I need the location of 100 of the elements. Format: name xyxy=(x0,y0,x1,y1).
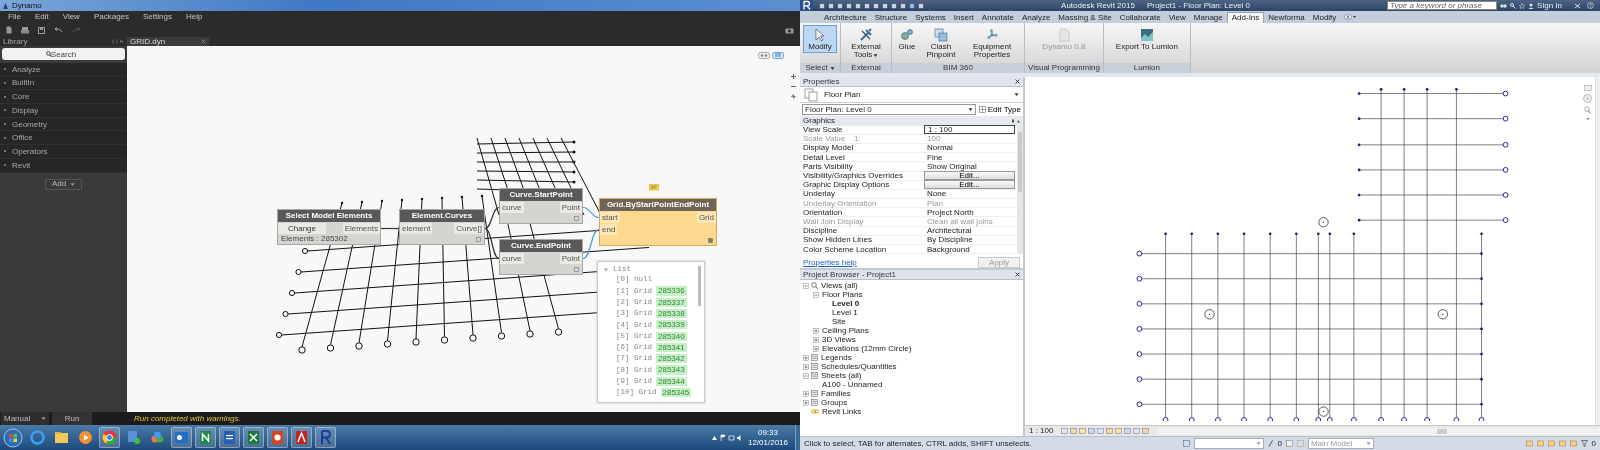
ribbon-button[interactable]: Glue xyxy=(895,25,919,54)
menu-item[interactable]: Settings xyxy=(137,12,180,22)
editable-icon[interactable] xyxy=(1268,440,1274,447)
input-port[interactable]: curve xyxy=(500,253,524,264)
expand-icon[interactable] xyxy=(803,354,809,361)
close-icon[interactable] xyxy=(1015,272,1020,277)
edit-button[interactable]: Edit... xyxy=(924,180,1015,190)
library-category[interactable]: Operators xyxy=(0,145,127,159)
ribbon-tab[interactable]: Annotate xyxy=(977,12,1018,23)
browser-icon[interactable] xyxy=(27,427,48,448)
ribbon-button[interactable]: Equipment Properties xyxy=(963,25,1021,62)
zoom-in-icon[interactable] xyxy=(791,74,796,79)
scrollbar[interactable] xyxy=(1017,125,1023,255)
menu-item[interactable]: View xyxy=(56,12,88,22)
graph-view-icon[interactable] xyxy=(758,52,770,59)
scrollbar[interactable] xyxy=(1157,427,1600,435)
collapse-icon[interactable] xyxy=(813,291,819,298)
zoom-out-icon[interactable] xyxy=(791,84,796,89)
ribbon-toggle-icon[interactable] xyxy=(1344,14,1357,20)
ribbon-tab[interactable]: Analyze xyxy=(1017,12,1055,23)
tree-item[interactable]: Revit Links xyxy=(821,406,863,417)
output-port[interactable]: Point xyxy=(559,202,582,213)
view-scale[interactable]: 1 : 100 xyxy=(1029,426,1054,436)
ribbon-tab[interactable]: Architecture xyxy=(820,12,871,23)
graph-node[interactable]: Element.Curves element Curve[] xyxy=(399,209,485,245)
scroll-up-icon[interactable] xyxy=(1012,119,1020,123)
tree-item[interactable]: A100 - Unnamed xyxy=(821,379,884,390)
tree-item[interactable]: Families xyxy=(820,388,852,399)
graph-node[interactable]: Select Model Elements Change Elements Elements : 285302 xyxy=(277,209,381,245)
view-cube-icon[interactable] xyxy=(1583,85,1592,91)
filter-icon[interactable] xyxy=(1580,440,1588,447)
search-field[interactable]: Type a keyword or phrase xyxy=(1387,1,1498,10)
edit-button[interactable]: Edit... xyxy=(924,171,1015,181)
key-icon[interactable] xyxy=(1510,2,1517,9)
output-port[interactable]: Elements xyxy=(342,223,380,234)
expand-icon[interactable] xyxy=(813,345,819,352)
input-port[interactable]: element xyxy=(400,223,433,234)
fit-view-icon[interactable] xyxy=(791,94,796,99)
close-icon[interactable] xyxy=(1015,79,1020,84)
scrollbar[interactable] xyxy=(698,266,701,306)
user-icon[interactable] xyxy=(1528,2,1535,9)
tree-item[interactable]: 3D Views xyxy=(821,334,857,345)
ribbon-tab[interactable]: Structure xyxy=(870,12,912,23)
ribbon-tab[interactable]: Modify xyxy=(1308,12,1341,23)
tree-item[interactable]: Views (all) xyxy=(820,280,859,291)
input-port[interactable]: start xyxy=(600,212,620,223)
edit-type-button[interactable]: Edit Type xyxy=(978,105,1021,115)
ribbon-tab[interactable]: Newforma xyxy=(1264,12,1309,23)
property-field[interactable]: 1 : 100 xyxy=(924,125,1015,135)
preview-icon[interactable] xyxy=(574,266,579,272)
type-selector[interactable]: Floor Plan xyxy=(800,87,1023,104)
tree-item[interactable]: Elevations (12mm Circle) xyxy=(821,343,913,354)
output-port[interactable]: Curve[] xyxy=(454,223,484,234)
preview-icon[interactable] xyxy=(574,215,579,221)
run-button[interactable]: Run xyxy=(52,412,92,425)
ribbon-tab[interactable]: Collaborate xyxy=(1115,12,1165,23)
file-tab[interactable]: GRID.dyn xyxy=(127,37,209,46)
ribbon-tab[interactable]: Insert xyxy=(949,12,978,23)
tree-item[interactable]: Schedules/Quantities xyxy=(820,361,898,372)
preview-icon[interactable] xyxy=(476,236,481,242)
message-icon[interactable] xyxy=(649,184,659,192)
steering-wheel-icon[interactable] xyxy=(1583,94,1592,103)
expand-icon[interactable] xyxy=(813,327,819,334)
tree-item[interactable]: Level 1 xyxy=(831,307,859,318)
graph-node[interactable]: Curve.EndPoint curve Point xyxy=(499,239,583,275)
ribbon-tab[interactable]: Massing & Site xyxy=(1054,12,1116,23)
ribbon-button[interactable]: Modify xyxy=(803,25,837,54)
input-port[interactable]: curve xyxy=(500,202,524,213)
menu-item[interactable]: Help xyxy=(179,12,211,22)
camera-icon[interactable] xyxy=(785,26,794,34)
menu-item[interactable]: Edit xyxy=(28,12,57,22)
workset-dropdown[interactable] xyxy=(1194,438,1265,449)
help-link[interactable]: Properties help xyxy=(803,257,857,267)
change-button[interactable]: Change xyxy=(278,223,326,234)
start-button[interactable] xyxy=(2,426,24,449)
ribbon-tab[interactable]: View xyxy=(1164,12,1190,23)
collapse-icon[interactable] xyxy=(803,282,809,289)
tree-item[interactable]: Sheets (all) xyxy=(820,370,863,381)
input-port[interactable]: end xyxy=(600,224,618,235)
exchange-icon[interactable] xyxy=(1574,2,1581,9)
expand-icon[interactable] xyxy=(803,399,809,406)
collapse-icon[interactable] xyxy=(604,267,608,272)
star-icon[interactable] xyxy=(1519,2,1526,9)
library-category[interactable]: Analyze xyxy=(0,63,127,77)
library-category[interactable]: Core xyxy=(0,90,127,105)
preview-icon[interactable] xyxy=(708,237,713,243)
revit-logo-icon[interactable] xyxy=(800,0,813,11)
tree-item[interactable]: Ceiling Plans xyxy=(821,325,870,336)
scrollbar[interactable] xyxy=(1595,77,1600,425)
expand-icon[interactable] xyxy=(813,336,819,343)
ribbon-button[interactable]: Export To Lumion xyxy=(1106,25,1187,54)
instance-dropdown[interactable]: Floor Plan: Level 0 xyxy=(802,104,976,116)
ribbon-tab[interactable]: Manage xyxy=(1189,12,1227,23)
zoom-icon[interactable] xyxy=(1584,106,1591,114)
expand-icon[interactable] xyxy=(803,390,809,397)
add-button[interactable]: Add xyxy=(44,178,83,190)
library-category[interactable]: Office xyxy=(0,131,127,146)
output-port[interactable]: Point xyxy=(559,253,582,264)
collapse-icon[interactable] xyxy=(803,372,809,379)
tray-icons[interactable] xyxy=(710,433,741,442)
